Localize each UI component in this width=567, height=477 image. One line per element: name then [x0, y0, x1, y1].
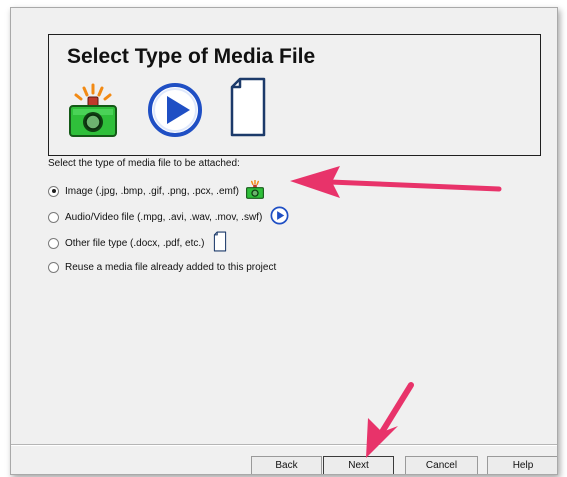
- footer-divider: [11, 444, 557, 445]
- radio-reuse-media[interactable]: [48, 262, 59, 273]
- play-icon: [270, 206, 289, 228]
- camera-flash-icon: [66, 83, 120, 144]
- radio-image[interactable]: [48, 185, 59, 197]
- option-label-reuse-media: Reuse a media file already added to this…: [65, 262, 277, 273]
- option-image[interactable]: Image (.jpg, .bmp, .gif, .png, .pcx, .em…: [48, 179, 265, 202]
- media-type-dialog: Select Type of Media File Select the typ…: [10, 7, 558, 475]
- radio-other-file[interactable]: [48, 237, 59, 249]
- header-panel: Select Type of Media File: [48, 34, 541, 156]
- play-icon: [147, 79, 203, 144]
- option-audio-video[interactable]: Audio/Video file (.mpg, .avi, .wav, .mov…: [48, 206, 289, 228]
- option-other-file[interactable]: Other file type (.docx, .pdf, etc.): [48, 231, 227, 255]
- help-button[interactable]: Help: [487, 456, 557, 474]
- cancel-button[interactable]: Cancel: [405, 456, 478, 474]
- option-label-audio-video: Audio/Video file (.mpg, .avi, .wav, .mov…: [65, 211, 263, 223]
- document-icon: [228, 75, 268, 144]
- back-button[interactable]: Back: [251, 456, 322, 474]
- option-label-other-file: Other file type (.docx, .pdf, etc.): [65, 237, 205, 249]
- option-reuse-media[interactable]: Reuse a media file already added to this…: [48, 262, 276, 273]
- option-label-image: Image (.jpg, .bmp, .gif, .png, .pcx, .em…: [65, 185, 239, 197]
- document-icon: [213, 231, 227, 255]
- instruction-text: Select the type of media file to be atta…: [48, 158, 240, 169]
- camera-flash-icon: [245, 179, 265, 202]
- next-button[interactable]: Next: [323, 456, 394, 474]
- radio-audio-video[interactable]: [48, 211, 59, 223]
- page-title: Select Type of Media File: [67, 45, 316, 68]
